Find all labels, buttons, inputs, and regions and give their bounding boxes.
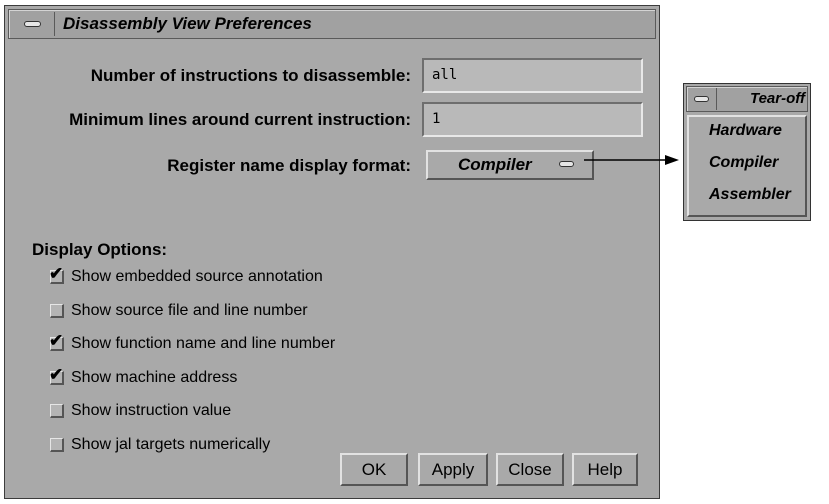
- apply-button[interactable]: Apply: [418, 453, 488, 486]
- menu-item-hardware[interactable]: Hardware: [709, 122, 782, 140]
- checkmark-icon: ✔: [49, 365, 64, 384]
- arrow-right-icon: [665, 155, 679, 165]
- min-lines-label: Minimum lines around current instruction…: [69, 110, 411, 129]
- checkbox[interactable]: [50, 438, 64, 452]
- instructions-label: Number of instructions to disassemble:: [90, 66, 411, 85]
- tearoff-menu-body: Hardware Compiler Assembler: [687, 115, 807, 217]
- option-embedded-source-annotation[interactable]: ✔ Show embedded source annotation: [49, 265, 323, 287]
- preferences-content: Number of instructions to disassemble: a…: [8, 42, 656, 495]
- window-title: Disassembly View Preferences: [63, 14, 312, 33]
- tearoff-menu-window: Tear-off Hardware Compiler Assembler: [683, 83, 811, 221]
- register-format-label: Register name display format:: [167, 156, 411, 175]
- window-menu-icon: [24, 21, 41, 27]
- checkbox[interactable]: [50, 404, 64, 418]
- tearoff-window-menu-button[interactable]: [687, 88, 717, 110]
- ok-button[interactable]: OK: [340, 453, 408, 486]
- option-source-file-line-number[interactable]: Show source file and line number: [50, 301, 308, 321]
- min-lines-input[interactable]: 1: [422, 102, 643, 137]
- checkbox[interactable]: ✔: [49, 366, 64, 385]
- option-machine-address[interactable]: ✔ Show machine address: [49, 366, 238, 388]
- checkbox[interactable]: [50, 304, 64, 318]
- option-label: Show function name and line number: [71, 335, 336, 352]
- checkmark-icon: ✔: [49, 331, 64, 350]
- tearoff-title: Tear-off: [749, 90, 805, 107]
- checkbox[interactable]: ✔: [49, 332, 64, 351]
- option-function-name-line-number[interactable]: ✔ Show function name and line number: [49, 332, 336, 354]
- option-menu-indicator-icon: [559, 161, 574, 167]
- menu-item-assembler[interactable]: Assembler: [709, 186, 791, 204]
- option-label: Show instruction value: [71, 402, 232, 419]
- menu-item-compiler[interactable]: Compiler: [709, 154, 778, 172]
- option-label: Show jal targets numerically: [71, 436, 271, 453]
- window-menu-icon: [694, 96, 709, 102]
- option-instruction-value[interactable]: Show instruction value: [50, 401, 231, 421]
- option-label: Show source file and line number: [71, 302, 308, 319]
- display-options-heading: Display Options:: [32, 240, 168, 259]
- help-button[interactable]: Help: [572, 453, 638, 486]
- window-menu-button[interactable]: [11, 12, 55, 36]
- register-format-option-menu[interactable]: Compiler: [426, 150, 594, 180]
- option-jal-targets-numerically[interactable]: Show jal targets numerically: [50, 435, 270, 455]
- title-bar[interactable]: Disassembly View Preferences: [8, 9, 656, 39]
- tearoff-title-bar[interactable]: Tear-off: [686, 86, 808, 112]
- preferences-window: Disassembly View Preferences Number of i…: [4, 5, 660, 499]
- instructions-input[interactable]: all: [422, 58, 643, 93]
- option-label: Show machine address: [71, 369, 238, 386]
- option-label: Show embedded source annotation: [71, 268, 323, 285]
- checkbox[interactable]: ✔: [49, 265, 64, 284]
- checkmark-icon: ✔: [49, 264, 64, 283]
- close-button[interactable]: Close: [496, 453, 564, 486]
- register-format-value: Compiler: [458, 155, 532, 174]
